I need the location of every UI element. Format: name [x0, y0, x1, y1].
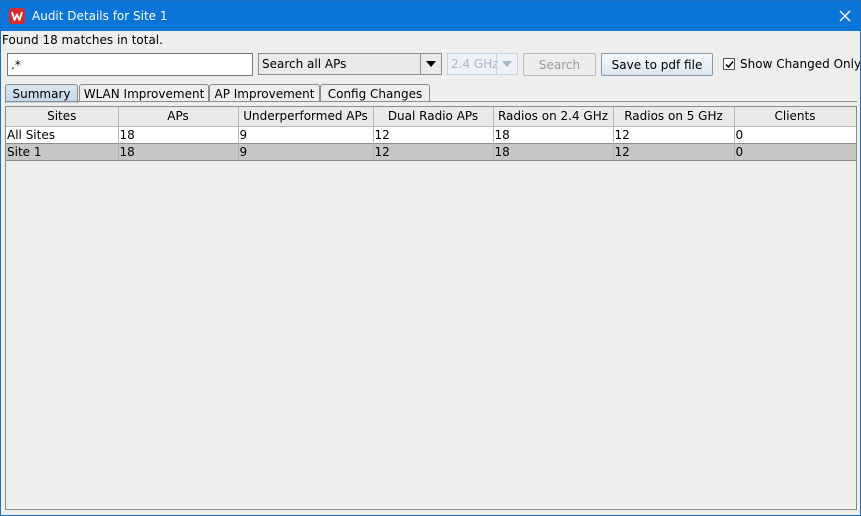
- tab-wlan-improvement[interactable]: WLAN Improvement: [79, 84, 209, 102]
- summary-table: Sites APs Underperformed APs Dual Radio …: [6, 107, 856, 161]
- column-header-sites[interactable]: Sites: [6, 107, 119, 127]
- table-cell: 18: [493, 142, 614, 161]
- show-changed-checkbox[interactable]: [723, 58, 735, 70]
- tab-ap-improvement[interactable]: AP Improvement: [209, 84, 320, 102]
- band-dropdown[interactable]: 2.4 GHz: [447, 53, 518, 75]
- column-header-radios-24ghz[interactable]: Radios on 2.4 GHz: [493, 107, 614, 127]
- table-cell: Site 1: [6, 142, 119, 161]
- table-cell: 12: [613, 126, 735, 143]
- show-changed-label[interactable]: Show Changed Only: [740, 57, 860, 71]
- chevron-down-icon[interactable]: [496, 54, 517, 74]
- table-row[interactable]: All Sites 18 9 12 18 12 0: [6, 126, 856, 143]
- table-cell: All Sites: [6, 126, 119, 143]
- dialog-window: Audit Details for Site 1 Found 18 matche…: [0, 0, 861, 516]
- table-cell: 9: [238, 126, 374, 143]
- title-bar[interactable]: Audit Details for Site 1: [1, 1, 860, 31]
- search-scope-dropdown[interactable]: Search all APs: [258, 53, 442, 75]
- table-cell: 18: [118, 126, 239, 143]
- app-logo-icon: [9, 8, 25, 24]
- table-cell: 12: [373, 142, 494, 161]
- table-cell: 18: [118, 142, 239, 161]
- tab-config-changes[interactable]: Config Changes: [320, 84, 430, 102]
- table-row[interactable]: Site 1 18 9 12 18 12 0: [6, 142, 856, 161]
- table-cell: 18: [493, 126, 614, 143]
- table-cell: 0: [734, 142, 856, 161]
- column-header-clients[interactable]: Clients: [734, 107, 856, 127]
- chevron-down-icon[interactable]: [420, 54, 441, 74]
- tab-divider: [5, 101, 857, 102]
- band-value: 2.4 GHz: [451, 57, 499, 71]
- table-cell: 9: [238, 142, 374, 161]
- match-count-text: Found 18 matches in total.: [2, 33, 163, 47]
- table-header-row: Sites APs Underperformed APs Dual Radio …: [6, 107, 856, 127]
- table-cell: 12: [373, 126, 494, 143]
- save-pdf-button[interactable]: Save to pdf file: [601, 53, 713, 76]
- search-input[interactable]: [7, 53, 253, 76]
- window-title: Audit Details for Site 1: [32, 9, 168, 23]
- close-icon[interactable]: [830, 1, 860, 31]
- column-header-radios-5ghz[interactable]: Radios on 5 GHz: [613, 107, 735, 127]
- search-button[interactable]: Search: [523, 53, 596, 76]
- search-scope-value: Search all APs: [262, 57, 347, 71]
- summary-table-panel[interactable]: Sites APs Underperformed APs Dual Radio …: [5, 106, 857, 510]
- column-header-dual-radio-aps[interactable]: Dual Radio APs: [373, 107, 494, 127]
- table-cell: 12: [613, 142, 735, 161]
- table-cell: 0: [734, 126, 856, 143]
- column-header-aps[interactable]: APs: [118, 107, 239, 127]
- column-header-underperformed-aps[interactable]: Underperformed APs: [238, 107, 374, 127]
- checkmark-icon: [724, 60, 734, 68]
